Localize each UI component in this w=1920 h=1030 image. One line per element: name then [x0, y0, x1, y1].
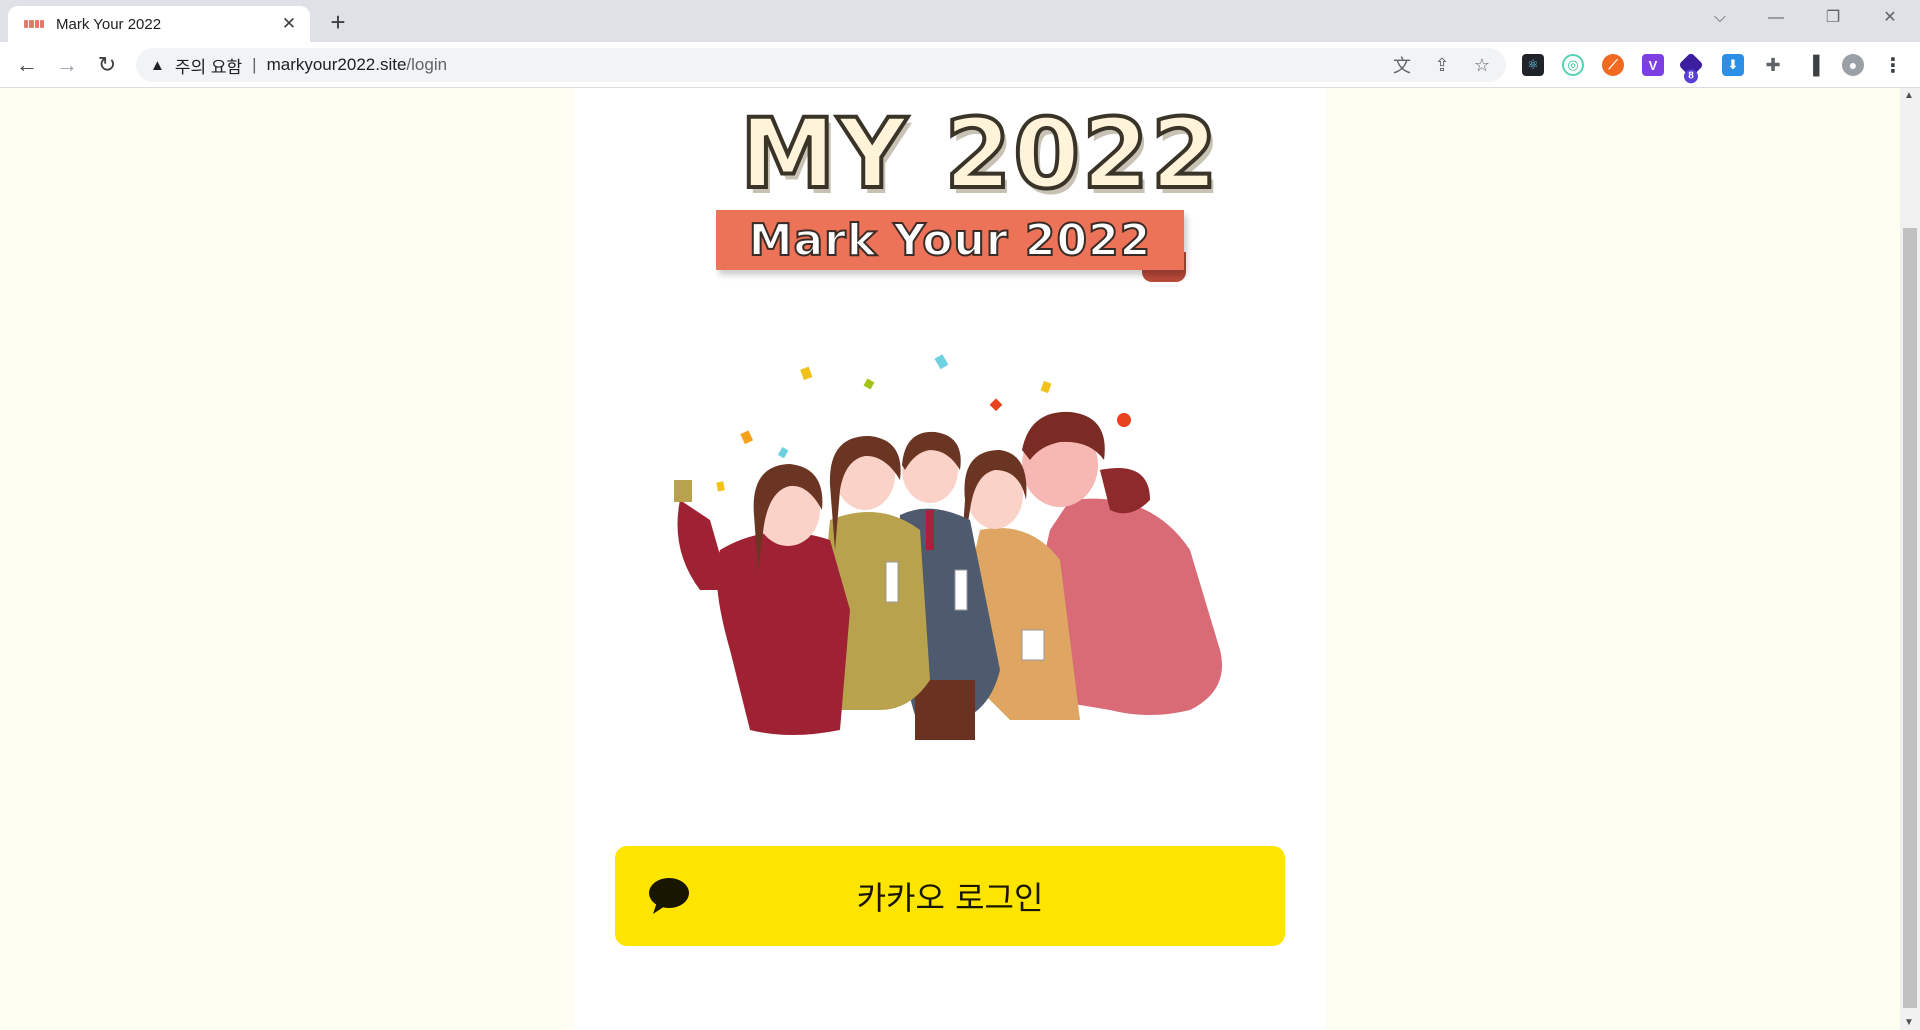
react-devtools-extension-icon[interactable]: ⚛ — [1522, 54, 1544, 76]
vue-extension-icon[interactable]: V — [1642, 54, 1664, 76]
confetti-piece — [800, 366, 813, 381]
confetti-piece — [1040, 380, 1052, 394]
browser-tab[interactable]: Mark Your 2022 ✕ — [8, 6, 310, 42]
confetti-piece — [1117, 413, 1131, 427]
menu-kebab-icon[interactable]: ⋮ — [1882, 54, 1904, 77]
person-center-legs — [915, 680, 975, 740]
confetti-piece — [989, 398, 1003, 412]
logo-subtitle: Mark Your 2022 — [748, 214, 1152, 267]
champagne-glass-icon — [674, 480, 692, 502]
scroll-up-arrow-icon[interactable]: ▲ — [1904, 90, 1914, 101]
confetti-piece — [863, 378, 875, 390]
back-arrow-icon[interactable]: ← — [12, 50, 42, 80]
person-left-arm — [677, 500, 730, 590]
profile-avatar-icon[interactable]: ● — [1842, 54, 1864, 76]
warning-triangle-icon[interactable]: ▲ — [150, 57, 165, 74]
grammar-extension-icon[interactable]: ◎ — [1562, 54, 1584, 76]
kakao-login-button[interactable]: 카카오 로그인 — [615, 846, 1285, 946]
stack-extension-icon[interactable]: 8 — [1678, 52, 1704, 84]
translate-icon[interactable]: 文 — [1390, 52, 1414, 78]
reload-icon[interactable]: ↻ — [92, 50, 122, 80]
tab-strip: Mark Your 2022 ✕ + ⌵ — ❐ ✕ — [0, 0, 1920, 42]
person-left-body — [716, 532, 850, 735]
logo-ribbon: Mark Your 2022 — [716, 210, 1184, 270]
kakao-login-label: 카카오 로그인 — [856, 879, 1044, 917]
url-host[interactable]: markyour2022.site — [267, 55, 407, 75]
confetti-piece — [740, 430, 754, 445]
browser-toolbar: ← → ↻ ▲ 주의 요함 | markyour2022.site/login … — [0, 42, 1920, 88]
speech-bubble-icon — [649, 878, 689, 914]
confetti-piece — [777, 447, 789, 459]
scroll-thumb[interactable] — [1903, 228, 1917, 1008]
tab-title: Mark Your 2022 — [56, 15, 162, 33]
restore-button[interactable]: ❐ — [1813, 4, 1853, 32]
site-favicon-icon — [24, 20, 44, 28]
security-warning-text[interactable]: 주의 요함 — [175, 53, 242, 78]
champagne-glass-icon — [954, 569, 968, 611]
download-extension-icon[interactable]: ⬇ — [1722, 54, 1744, 76]
person-center-tie — [926, 510, 934, 550]
forward-arrow-icon[interactable]: → — [52, 50, 82, 80]
vertical-scrollbar[interactable]: ▲ ▼ — [1900, 88, 1920, 1030]
orange-extension-icon[interactable]: ⟋ — [1602, 54, 1624, 76]
minimize-button[interactable]: — — [1756, 4, 1796, 32]
tab-search-icon[interactable]: ⌵ — [1700, 4, 1740, 32]
omnibox-actions: 文 ⇪ ☆ — [1390, 48, 1494, 82]
url-separator: | — [252, 55, 257, 74]
share-icon[interactable]: ⇪ — [1430, 55, 1454, 76]
window-close-button[interactable]: ✕ — [1870, 4, 1910, 32]
celebration-illustration — [674, 354, 1222, 740]
address-bar[interactable]: ▲ 주의 요함 | markyour2022.site/login 文 ⇪ ☆ — [136, 48, 1506, 82]
extensions-puzzle-icon[interactable]: ✚ — [1762, 54, 1784, 76]
logo-title: MY 2022 — [738, 96, 1220, 212]
champagne-glass-icon — [1021, 629, 1045, 661]
side-panel-icon[interactable]: ▐ — [1802, 54, 1824, 76]
scroll-down-arrow-icon[interactable]: ▼ — [1904, 1017, 1914, 1028]
bookmark-star-icon[interactable]: ☆ — [1470, 55, 1494, 76]
extension-badge: 8 — [1684, 69, 1698, 84]
url-path[interactable]: /login — [406, 55, 447, 75]
new-tab-button[interactable]: + — [324, 8, 352, 36]
confetti-piece — [934, 354, 949, 370]
confetti-piece — [716, 481, 725, 492]
champagne-glass-icon — [885, 561, 899, 603]
tab-close-icon[interactable]: ✕ — [278, 14, 300, 34]
